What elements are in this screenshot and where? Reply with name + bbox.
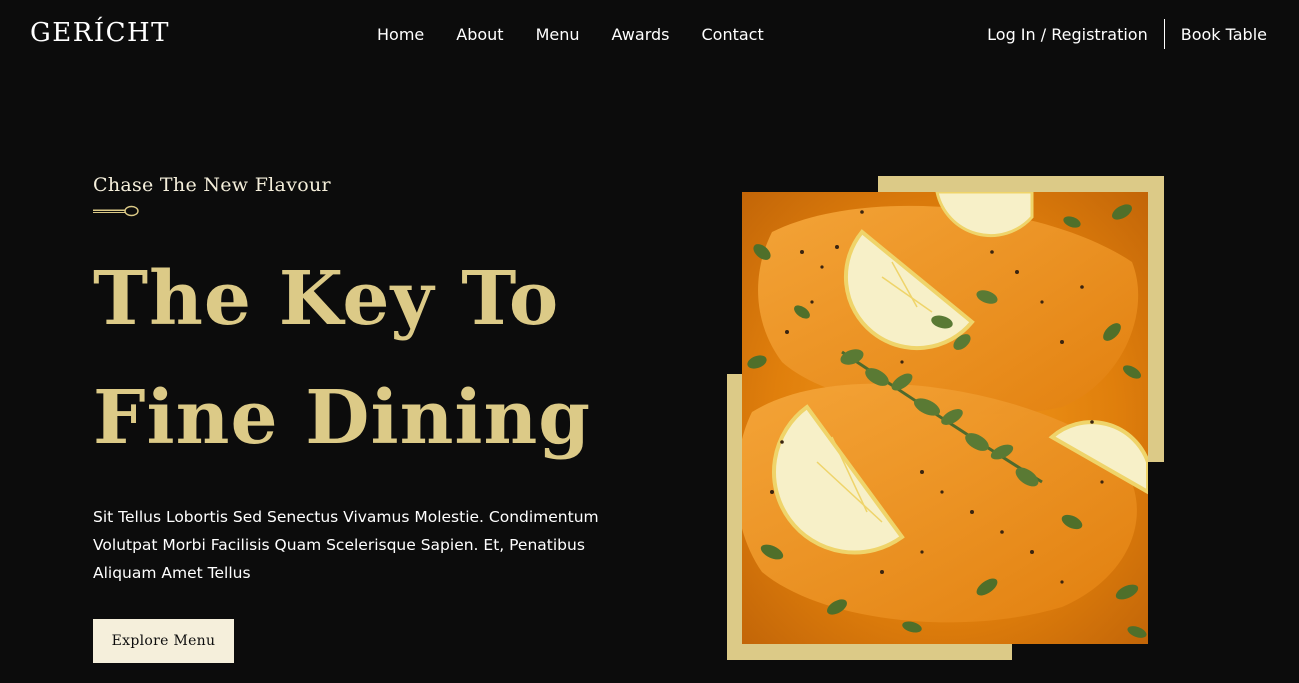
nav-actions: Log In / Registration Book Table — [987, 19, 1267, 49]
nav-link-about[interactable]: About — [456, 25, 503, 44]
hero-description: Sit Tellus Lobortis Sed Senectus Vivamus… — [93, 508, 599, 582]
explore-menu-button[interactable]: Explore Menu — [93, 619, 234, 663]
hero-headline: The Key To Fine Dining — [93, 240, 653, 478]
nav-link-contact[interactable]: Contact — [701, 25, 763, 44]
navbar: GERÍCHT Home About Menu Awards Contact L… — [0, 0, 1299, 70]
hero-headline-line-1: The Key To — [93, 256, 560, 342]
nav-link-awards[interactable]: Awards — [612, 25, 670, 44]
hero-subtitle: Chase The New Flavour — [93, 174, 331, 196]
nav-divider — [1163, 19, 1165, 49]
hero-headline-line-2: Fine Dining — [93, 375, 592, 461]
login-registration-link[interactable]: Log In / Registration — [987, 25, 1148, 44]
nav-link-home[interactable]: Home — [377, 25, 424, 44]
nav-links: Home About Menu Awards Contact — [377, 25, 764, 44]
brand-logo[interactable]: GERÍCHT — [30, 18, 170, 48]
salmon-dish-image — [742, 192, 1148, 644]
book-table-link[interactable]: Book Table — [1181, 25, 1267, 44]
spoon-icon — [93, 205, 139, 217]
nav-link-menu[interactable]: Menu — [536, 25, 580, 44]
